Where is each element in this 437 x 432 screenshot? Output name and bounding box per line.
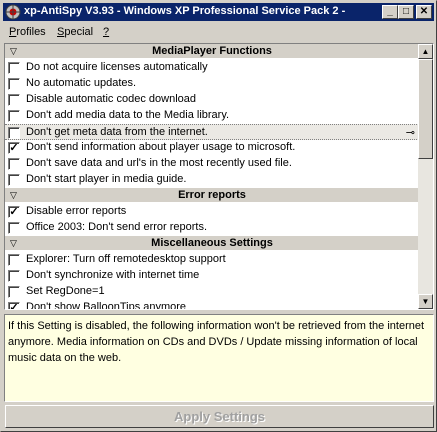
setting-row[interactable]: Don't synchronize with internet time xyxy=(5,268,419,284)
section-title: Miscellaneous Settings xyxy=(151,237,273,249)
setting-checkbox[interactable] xyxy=(8,127,20,139)
setting-checkbox[interactable]: ✓ xyxy=(8,302,20,309)
setting-label: Don't start player in media guide. xyxy=(26,173,187,185)
setting-row[interactable]: No automatic updates. xyxy=(5,76,419,92)
setting-label: Do not acquire licenses automatically xyxy=(26,61,208,73)
scroll-down-button[interactable]: ▼ xyxy=(418,294,433,309)
section-title: Error reports xyxy=(178,189,246,201)
setting-row[interactable]: Don't save data and url's in the most re… xyxy=(5,156,419,172)
setting-label: Disable error reports xyxy=(26,205,127,217)
setting-checkbox[interactable] xyxy=(8,62,20,74)
arrow-down-icon: ▼ xyxy=(421,297,430,306)
setting-label: Don't get meta data from the internet. xyxy=(26,126,208,138)
close-button[interactable]: ✕ xyxy=(416,5,432,19)
setting-row[interactable]: Do not acquire licenses automatically xyxy=(5,60,419,76)
setting-row[interactable]: Office 2003: Don't send error reports. xyxy=(5,220,419,236)
setting-row[interactable]: Set RegDone=1 xyxy=(5,284,419,300)
setting-row[interactable]: Don't add media data to the Media librar… xyxy=(5,108,419,124)
maximize-button[interactable]: □ xyxy=(398,5,414,19)
section-header[interactable]: ▽ MediaPlayer Functions xyxy=(5,44,419,59)
setting-label: Don't synchronize with internet time xyxy=(26,269,200,281)
setting-checkbox[interactable] xyxy=(8,110,20,122)
setting-checkbox[interactable] xyxy=(8,158,20,170)
arrow-up-icon: ▲ xyxy=(421,47,430,56)
setting-label: Don't send information about player usag… xyxy=(26,141,296,153)
close-icon: ✕ xyxy=(419,6,429,17)
setting-checkbox[interactable] xyxy=(8,94,20,106)
setting-row[interactable]: Don't get meta data from the internet. ⊸ xyxy=(5,124,419,140)
settings-list[interactable]: ▽ MediaPlayer Functions Do not acquire lic… xyxy=(4,43,434,310)
title-bar[interactable]: xp-AntiSpy V3.93 - Windows XP Profession… xyxy=(3,3,434,21)
setting-label: Set RegDone=1 xyxy=(26,285,105,297)
maximize-icon: □ xyxy=(402,6,410,17)
scroll-thumb[interactable] xyxy=(418,59,433,159)
setting-label: Explorer: Turn off remotedesktop support xyxy=(26,253,226,265)
menu-bar: Profiles Special ? xyxy=(3,23,434,41)
setting-row[interactable]: ✓ Don't send information about player usa… xyxy=(5,140,419,156)
app-icon xyxy=(5,4,21,20)
section-header[interactable]: ▽ Miscellaneous Settings xyxy=(5,236,419,251)
setting-label: Don't add media data to the Media librar… xyxy=(26,109,230,121)
setting-checkbox[interactable]: ✓ xyxy=(8,142,20,154)
vertical-scrollbar[interactable]: ▲ ▼ xyxy=(418,44,433,309)
setting-row[interactable]: Disable automatic codec download xyxy=(5,92,419,108)
setting-checkbox[interactable] xyxy=(8,78,20,90)
setting-checkbox[interactable] xyxy=(8,286,20,298)
setting-row[interactable]: ✓ Don't show BalloonTips anymore xyxy=(5,300,419,309)
window-title: xp-AntiSpy V3.93 - Windows XP Profession… xyxy=(24,5,346,17)
scroll-up-button[interactable]: ▲ xyxy=(418,44,433,59)
setting-row[interactable]: Explorer: Turn off remotedesktop support xyxy=(5,252,419,268)
setting-description: If this Setting is disabled, the followi… xyxy=(4,314,434,402)
apply-settings-button[interactable]: Apply Settings xyxy=(5,405,434,428)
setting-checkbox[interactable] xyxy=(8,270,20,282)
setting-label: Don't show BalloonTips anymore xyxy=(26,301,187,309)
section-header[interactable]: ▽ Error reports xyxy=(5,188,419,203)
setting-checkbox[interactable] xyxy=(8,222,20,234)
setting-checkbox[interactable]: ✓ xyxy=(8,206,20,218)
setting-row[interactable]: ✓ Disable error reports xyxy=(5,204,419,220)
setting-checkbox[interactable] xyxy=(8,254,20,266)
settings-list-content: ▽ MediaPlayer Functions Do not acquire lic… xyxy=(5,44,419,309)
setting-label: Office 2003: Don't send error reports. xyxy=(26,221,208,233)
setting-row[interactable]: Don't start player in media guide. xyxy=(5,172,419,188)
minimize-button[interactable]: _ xyxy=(382,5,398,19)
menu-special[interactable]: Special xyxy=(57,26,93,38)
setting-label: Disable automatic codec download xyxy=(26,93,196,105)
setting-label: No automatic updates. xyxy=(26,77,137,89)
menu-profiles[interactable]: Profiles xyxy=(9,26,46,38)
section-title: MediaPlayer Functions xyxy=(152,45,272,57)
minimize-icon: _ xyxy=(387,6,393,17)
menu-help[interactable]: ? xyxy=(103,26,109,38)
pin-icon[interactable]: ⊸ xyxy=(406,126,415,139)
app-window: xp-AntiSpy V3.93 - Windows XP Profession… xyxy=(0,0,437,432)
setting-label: Don't save data and url's in the most re… xyxy=(26,157,292,169)
setting-checkbox[interactable] xyxy=(8,174,20,186)
